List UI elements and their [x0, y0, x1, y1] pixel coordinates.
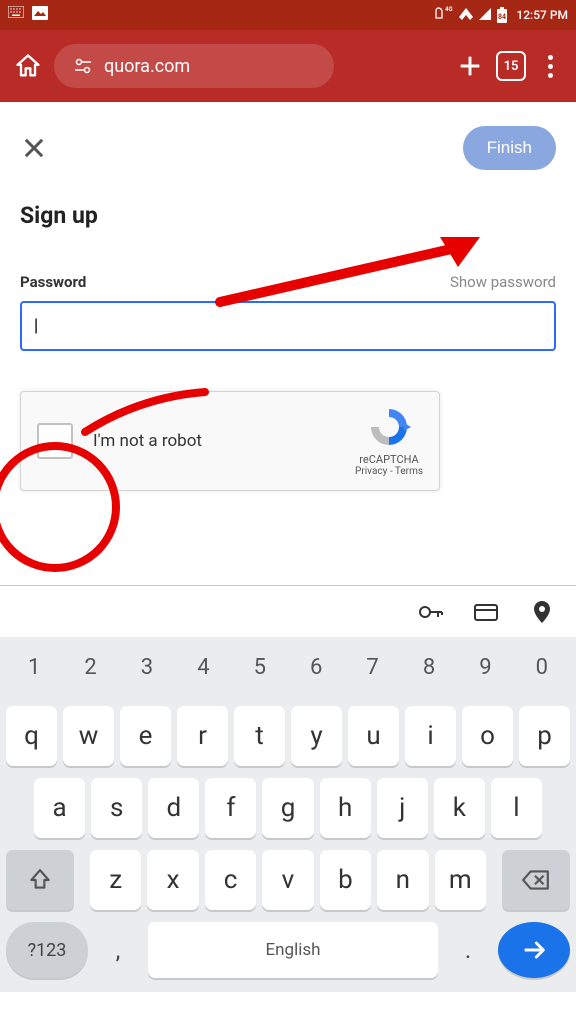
key-f[interactable]: f: [205, 778, 256, 838]
space-key[interactable]: English: [148, 922, 438, 978]
volte-icon: 4G: [434, 6, 454, 25]
key-6[interactable]: 6: [288, 645, 344, 690]
status-bar: 4G 84 12:57 PM: [0, 0, 576, 30]
recaptcha-widget: I'm not a robot reCAPTCHA Privacy - Term…: [20, 391, 440, 491]
key-s[interactable]: s: [91, 778, 142, 838]
credit-card-icon[interactable]: [472, 598, 500, 626]
key-3[interactable]: 3: [119, 645, 175, 690]
shift-key[interactable]: [6, 850, 74, 910]
url-bar[interactable]: quora.com: [54, 44, 334, 88]
key-x[interactable]: x: [147, 850, 198, 910]
url-text: quora.com: [104, 56, 190, 77]
recaptcha-checkbox[interactable]: [37, 423, 73, 459]
key-v[interactable]: v: [262, 850, 313, 910]
key-u[interactable]: u: [348, 706, 399, 766]
backspace-key[interactable]: [502, 850, 570, 910]
period-key[interactable]: .: [444, 922, 492, 978]
enter-key[interactable]: [498, 922, 570, 978]
keyboard-toolbar: [0, 585, 576, 637]
key-e[interactable]: e: [120, 706, 171, 766]
password-key-icon[interactable]: [416, 598, 444, 626]
key-j[interactable]: j: [377, 778, 428, 838]
tab-count-button[interactable]: 15: [496, 51, 526, 81]
browser-toolbar: quora.com 15: [0, 30, 576, 102]
clock-time: 12:57 PM: [516, 8, 568, 22]
key-0[interactable]: 0: [514, 645, 570, 690]
key-8[interactable]: 8: [401, 645, 457, 690]
key-a[interactable]: a: [34, 778, 85, 838]
site-settings-icon: [74, 57, 92, 75]
key-i[interactable]: i: [405, 706, 456, 766]
password-label: Password: [20, 273, 86, 291]
key-t[interactable]: t: [234, 706, 285, 766]
key-p[interactable]: p: [519, 706, 570, 766]
key-y[interactable]: y: [291, 706, 342, 766]
signal-icon: [478, 7, 492, 24]
recaptcha-brand: reCAPTCHA: [355, 453, 423, 466]
virtual-keyboard: 1234567890 qwertyuiop asdfghjkl zxcvbnm …: [0, 637, 576, 992]
close-icon[interactable]: [20, 134, 48, 162]
location-pin-icon[interactable]: [528, 598, 556, 626]
key-5[interactable]: 5: [232, 645, 288, 690]
page-content: Finish Sign up Password Show password I'…: [0, 102, 576, 515]
image-icon: [32, 6, 48, 24]
key-o[interactable]: o: [462, 706, 513, 766]
key-7[interactable]: 7: [344, 645, 400, 690]
new-tab-icon[interactable]: [456, 52, 484, 80]
wifi-icon: [458, 7, 474, 24]
battery-icon: 84: [496, 7, 508, 23]
svg-text:84: 84: [498, 13, 506, 21]
show-password-link[interactable]: Show password: [450, 273, 556, 291]
symbols-key[interactable]: ?123: [6, 922, 88, 978]
key-2[interactable]: 2: [62, 645, 118, 690]
key-q[interactable]: q: [6, 706, 57, 766]
svg-text:4G: 4G: [445, 6, 453, 13]
finish-button[interactable]: Finish: [463, 126, 556, 170]
comma-key[interactable]: ,: [94, 922, 142, 978]
key-h[interactable]: h: [320, 778, 371, 838]
key-m[interactable]: m: [435, 850, 486, 910]
key-z[interactable]: z: [90, 850, 141, 910]
key-1[interactable]: 1: [6, 645, 62, 690]
key-d[interactable]: d: [148, 778, 199, 838]
password-input[interactable]: [20, 301, 556, 351]
key-r[interactable]: r: [177, 706, 228, 766]
annotation-arrow: [210, 232, 490, 312]
key-9[interactable]: 9: [457, 645, 513, 690]
key-c[interactable]: c: [205, 850, 256, 910]
key-n[interactable]: n: [377, 850, 428, 910]
recaptcha-label: I'm not a robot: [93, 431, 355, 451]
keyboard-indicator-icon: [8, 6, 24, 24]
recaptcha-links[interactable]: Privacy - Terms: [355, 466, 423, 477]
key-l[interactable]: l: [491, 778, 542, 838]
key-w[interactable]: w: [63, 706, 114, 766]
key-g[interactable]: g: [262, 778, 313, 838]
menu-button[interactable]: [538, 54, 562, 78]
key-k[interactable]: k: [434, 778, 485, 838]
page-title: Sign up: [20, 202, 556, 229]
home-icon[interactable]: [14, 52, 42, 80]
key-4[interactable]: 4: [175, 645, 231, 690]
recaptcha-logo-icon: [367, 405, 411, 449]
key-b[interactable]: b: [320, 850, 371, 910]
